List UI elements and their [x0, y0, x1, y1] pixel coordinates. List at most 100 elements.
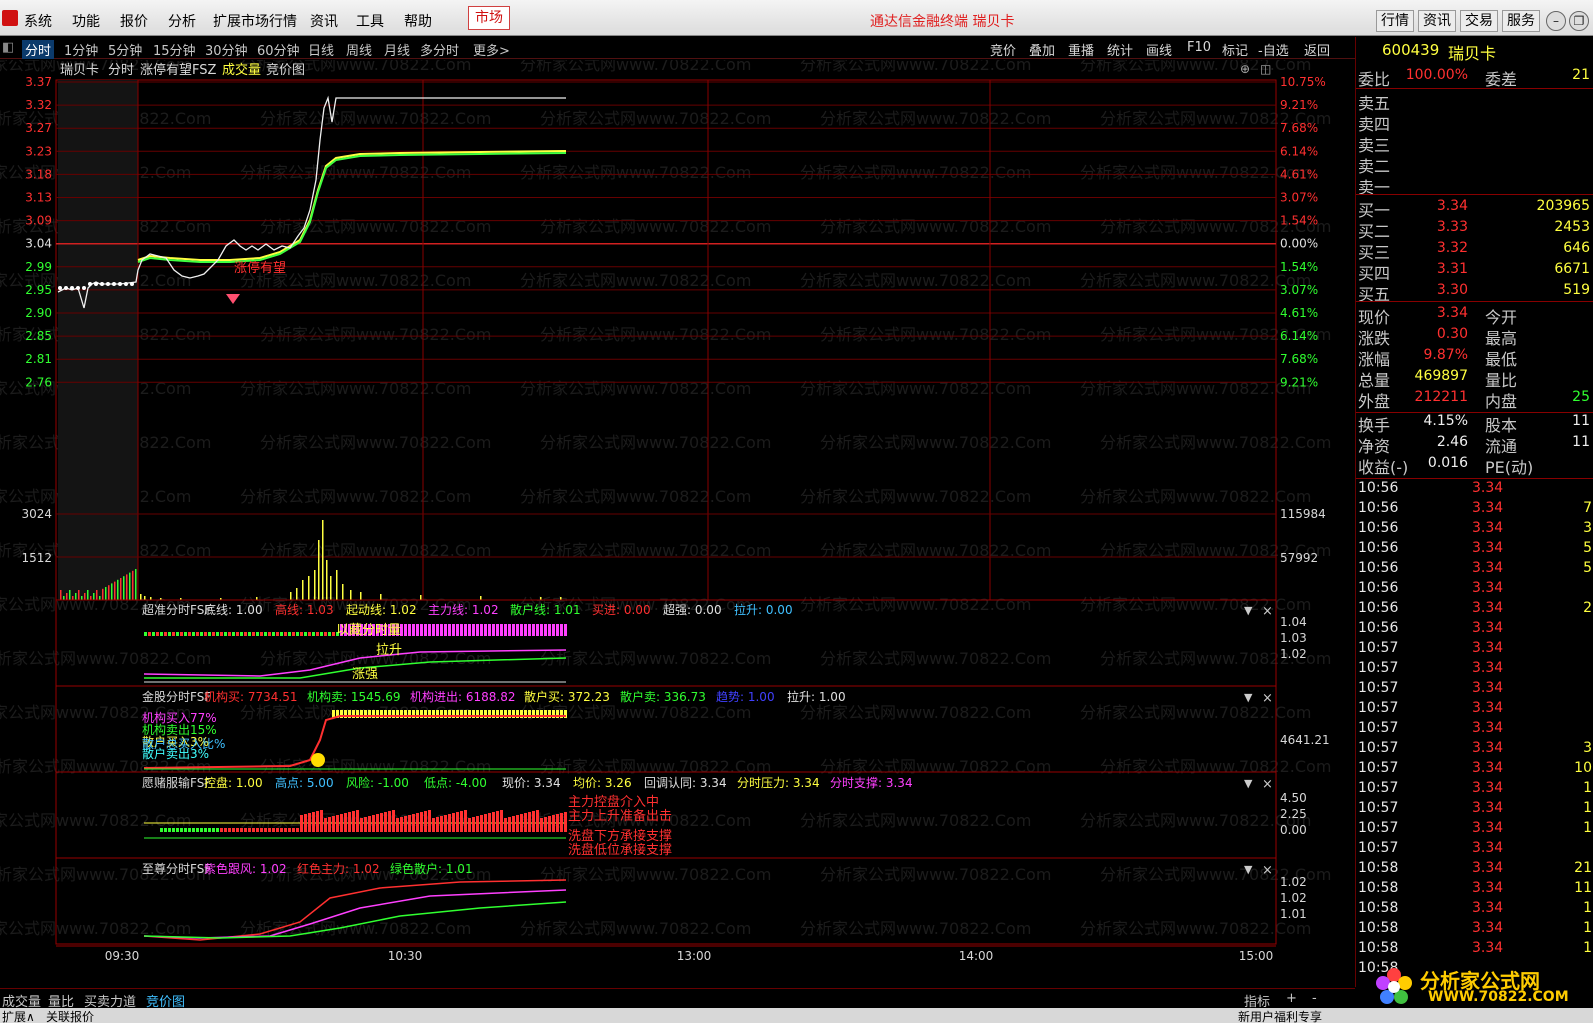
- panel4-close-icon[interactable]: ×: [1262, 863, 1273, 878]
- tick-row[interactable]: 10:56 3.34 5: [1356, 540, 1593, 560]
- menu-news[interactable]: 资讯: [310, 11, 338, 31]
- panel4-menu-icon[interactable]: ▼: [1244, 863, 1253, 876]
- tick-row[interactable]: 10:57 3.34: [1356, 840, 1593, 860]
- period-5min[interactable]: 5分钟: [108, 40, 142, 59]
- panel-field: 散户买: 372.23: [524, 689, 610, 704]
- quote-cell: 25: [1572, 389, 1590, 405]
- tool-draw[interactable]: 画线: [1146, 40, 1172, 59]
- expand-toggle[interactable]: 扩展∧: [2, 1008, 35, 1023]
- layout-icon[interactable]: ◫: [1260, 62, 1271, 76]
- signal-bar: [532, 624, 535, 636]
- market-button[interactable]: 市场: [468, 6, 510, 30]
- tick-row[interactable]: 10:57 3.34: [1356, 660, 1593, 680]
- tick-row[interactable]: 10:57 3.34: [1356, 640, 1593, 660]
- tick-row[interactable]: 10:56 3.34 5: [1356, 560, 1593, 580]
- period-more[interactable]: 更多>: [473, 40, 510, 59]
- tick-row[interactable]: 10:56 3.34: [1356, 620, 1593, 640]
- tick-row[interactable]: 10:57 3.34 10: [1356, 760, 1593, 780]
- menu-system[interactable]: 系统: [24, 11, 52, 31]
- collapse-icon[interactable]: ◧: [2, 40, 14, 55]
- intraday-chart[interactable]: 分析家公式网www.70822.Com 分析家公式网www.70822.Com 分析…: [0, 55, 1355, 988]
- signal-bar: [512, 624, 515, 636]
- panel1-menu-icon[interactable]: ▼: [1244, 604, 1253, 617]
- control-bar: [528, 812, 531, 832]
- new-user-promo[interactable]: 新用户福利专享: [1238, 1008, 1322, 1023]
- tick-row[interactable]: 10:57 3.34 1: [1356, 780, 1593, 800]
- tick-row[interactable]: 10:57 3.34: [1356, 720, 1593, 740]
- tick-row[interactable]: 10:58 3.34 1: [1356, 900, 1593, 920]
- period-60min[interactable]: 60分钟: [257, 40, 300, 59]
- restore-icon[interactable]: ❐: [1569, 11, 1589, 31]
- period-multi-intraday[interactable]: 多分时: [420, 40, 459, 59]
- tick-row[interactable]: 10:57 3.34 3: [1356, 740, 1593, 760]
- related-quote[interactable]: 关联报价: [46, 1008, 94, 1023]
- panel1-close-icon[interactable]: ×: [1262, 604, 1273, 619]
- panel1-axis-1: 1.04: [1280, 615, 1307, 629]
- tick-row[interactable]: 10:58 3.34 1: [1356, 940, 1593, 960]
- tick-row[interactable]: 10:58 3.34 11: [1356, 880, 1593, 900]
- tool-auction[interactable]: 竞价: [990, 40, 1016, 59]
- tick-row[interactable]: 10:56 3.34 2: [1356, 600, 1593, 620]
- period-1min[interactable]: 1分钟: [64, 40, 98, 59]
- tick-cell: 10:57: [1358, 740, 1399, 756]
- tick-row[interactable]: 10:56 3.34 3: [1356, 520, 1593, 540]
- watermark-text: 分析家公式网www.70822.Com: [800, 163, 1031, 182]
- news-button[interactable]: 资讯: [1418, 10, 1456, 32]
- control-bar: [456, 812, 459, 832]
- tick-row[interactable]: 10:58 3.34 21: [1356, 860, 1593, 880]
- panel2-close-icon[interactable]: ×: [1262, 691, 1273, 706]
- tick-row[interactable]: 10:58 3.34 1: [1356, 920, 1593, 940]
- panel3-close-icon[interactable]: ×: [1262, 777, 1273, 792]
- period-30min[interactable]: 30分钟: [205, 40, 248, 59]
- add-indicator-button[interactable]: +: [1286, 991, 1297, 1006]
- period-monthly[interactable]: 月线: [384, 40, 410, 59]
- control-bar: [336, 815, 339, 832]
- tool-replay[interactable]: 重播: [1068, 40, 1094, 59]
- service-button[interactable]: 服务: [1502, 10, 1540, 32]
- tick-row[interactable]: 10:57 3.34: [1356, 700, 1593, 720]
- tick-cell: 10:57: [1358, 700, 1399, 716]
- panel2-axis-1: 4641.21: [1280, 733, 1330, 747]
- tool-remove-watchlist[interactable]: -自选: [1258, 40, 1289, 59]
- signal-bar: [168, 632, 171, 636]
- zoom-icon[interactable]: ⊕: [1240, 62, 1250, 76]
- tool-f10[interactable]: F10: [1187, 40, 1211, 55]
- tick-row[interactable]: 10:56 3.34: [1356, 480, 1593, 500]
- signal-bar: [300, 632, 303, 636]
- quote-row: 卖五: [1356, 90, 1593, 113]
- tick-row[interactable]: 10:57 3.34: [1356, 680, 1593, 700]
- watermark-text: 分析家公式网www.70822.Com: [240, 163, 471, 182]
- watermark-text: 分析家公式网www.70822.Com: [260, 109, 491, 128]
- period-toolbar: ◧ 分时 1分钟 5分钟 15分钟 30分钟 60分钟 日线 周线 月线 多分时…: [0, 37, 1355, 59]
- quote-row: 买四 3.31 6671: [1356, 260, 1593, 283]
- tool-back[interactable]: 返回: [1304, 40, 1330, 59]
- period-daily[interactable]: 日线: [308, 40, 334, 59]
- remove-indicator-button[interactable]: -: [1312, 991, 1317, 1006]
- menu-ext-market[interactable]: 扩展市场行情: [213, 11, 297, 31]
- tick-row[interactable]: 10:56 3.34 7: [1356, 500, 1593, 520]
- period-weekly[interactable]: 周线: [346, 40, 372, 59]
- tool-overlay[interactable]: 叠加: [1029, 40, 1055, 59]
- tool-stats[interactable]: 统计: [1107, 40, 1133, 59]
- watermark-text: 分析家公式网www.70822.Com: [0, 919, 191, 938]
- menu-analysis[interactable]: 分析: [168, 11, 196, 31]
- minimize-icon[interactable]: –: [1546, 11, 1566, 31]
- pct-tick-label: 1.54%: [1280, 260, 1318, 274]
- weibi-row: 委比 100.00% 委差 21: [1356, 66, 1593, 89]
- quote-button[interactable]: 行情: [1376, 10, 1414, 32]
- menu-quote[interactable]: 报价: [120, 11, 148, 31]
- menu-help[interactable]: 帮助: [404, 11, 432, 31]
- tick-row[interactable]: 10:57 3.34 1: [1356, 800, 1593, 820]
- tick-cell: 10:57: [1358, 720, 1399, 736]
- tool-mark[interactable]: 标记: [1222, 40, 1248, 59]
- menu-tools[interactable]: 工具: [356, 11, 384, 31]
- period-intraday[interactable]: 分时: [22, 40, 55, 59]
- signal-bar: [544, 624, 547, 636]
- period-15min[interactable]: 15分钟: [153, 40, 196, 59]
- panel3-menu-icon[interactable]: ▼: [1244, 777, 1253, 790]
- panel2-menu-icon[interactable]: ▼: [1244, 691, 1253, 704]
- menu-function[interactable]: 功能: [72, 11, 100, 31]
- tick-row[interactable]: 10:56 3.34: [1356, 580, 1593, 600]
- trade-button[interactable]: 交易: [1460, 10, 1498, 32]
- tick-row[interactable]: 10:57 3.34 1: [1356, 820, 1593, 840]
